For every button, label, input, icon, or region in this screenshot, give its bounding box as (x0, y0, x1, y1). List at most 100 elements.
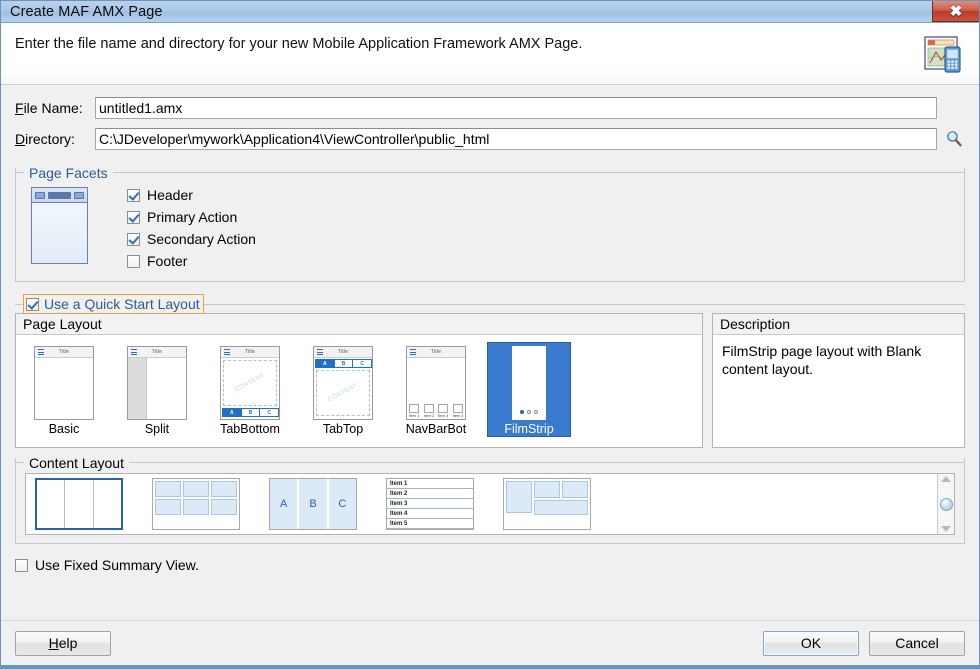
page-layout-item-tabbottom[interactable]: Title CONTENT A B C TabBottom (208, 342, 292, 437)
blank-col-3 (94, 480, 121, 528)
tab-c: C (259, 408, 279, 417)
help-mnemonic: H (48, 635, 59, 651)
close-icon[interactable]: ✖ (932, 1, 979, 22)
window-bottom-edge (1, 665, 979, 668)
filmstrip-dots (512, 410, 546, 414)
page-layout-pane-body: Title Basic Title Split Title CONTENT A … (16, 335, 702, 437)
thumb-title: Title (430, 349, 442, 355)
description-text: FilmStrip page layout with Blank content… (722, 343, 922, 378)
split-panes (128, 358, 186, 419)
content-layout-group-header: Content Layout (16, 454, 964, 471)
thumb-content-word: CONTENT (234, 372, 266, 394)
page-layout-caption-tabbottom: TabBottom (220, 422, 280, 436)
qs-line-left (15, 303, 23, 305)
filmstrip-thumbnail (499, 346, 559, 420)
facet-secondary-action-checkbox[interactable] (127, 232, 140, 246)
thumb-header: Title (314, 347, 372, 358)
directory-label: Directory: (15, 131, 95, 147)
content-layout-item-panel[interactable] (503, 478, 591, 530)
magnifier-browse-icon[interactable] (943, 128, 965, 150)
fixed-summary-label: Use Fixed Summary View. (35, 557, 199, 573)
preview-header-bar (32, 188, 87, 203)
maf-amx-page-icon (921, 32, 965, 76)
content-layout-group: Content Layout A B C Item 1 Item 2 Item … (15, 454, 965, 544)
thumb-title: Title (58, 349, 70, 355)
facet-checkbox-header[interactable]: Header (127, 184, 256, 206)
list-row-5: Item 5 (387, 519, 473, 529)
directory-mnemonic: D (15, 131, 26, 147)
facet-header-checkbox[interactable] (127, 188, 140, 202)
quick-start-label: Use a Quick Start Layout (44, 296, 200, 312)
navbar-item-1: Item 1 (408, 404, 421, 418)
split-left (128, 358, 147, 419)
page-layout-item-split[interactable]: Title Split (115, 342, 199, 437)
fixed-summary-checkbox-row[interactable]: Use Fixed Summary View. (15, 554, 965, 576)
fixed-summary-checkbox[interactable] (15, 558, 28, 572)
group-line-right (112, 172, 964, 173)
filmstrip-dot-2 (527, 410, 531, 414)
page-layout-caption-navbarbot: NavBarBot (405, 422, 467, 436)
file-name-label: File Name: (15, 100, 95, 116)
blank-col-2 (65, 480, 94, 528)
dialog-header: Enter the file name and directory for yo… (1, 23, 979, 85)
quick-start-checkbox[interactable] (26, 297, 39, 311)
facet-primary-action-checkbox[interactable] (127, 210, 140, 224)
page-layout-item-basic[interactable]: Title Basic (22, 342, 106, 437)
close-glyph: ✖ (949, 2, 963, 20)
facet-checkbox-footer[interactable]: Footer (127, 250, 256, 272)
tab-bar-bottom: A B C (222, 408, 279, 417)
cancel-button[interactable]: Cancel (869, 630, 965, 656)
page-facets-preview (31, 187, 88, 264)
content-layout-item-blank[interactable] (35, 478, 123, 530)
thumb-content-area: CONTENT (316, 370, 370, 416)
content-layout-title: Content Layout (24, 454, 129, 471)
tabtop-thumbnail: Title A B C CONTENT (313, 346, 373, 420)
thumb-title: Title (151, 349, 163, 355)
description-pane: Description FilmStrip page layout with B… (712, 313, 965, 448)
list-row-1: Item 1 (387, 479, 473, 489)
list-row-3: Item 3 (387, 499, 473, 509)
directory-input[interactable] (95, 128, 937, 150)
qs-line-right (203, 303, 965, 305)
page-layout-item-tabtop[interactable]: Title A B C CONTENT TabTop (301, 342, 385, 437)
navbar-icon (452, 404, 463, 413)
grid-cell-2 (183, 481, 209, 497)
content-layout-inner: A B C Item 1 Item 2 Item 3 Item 4 Item 5 (16, 467, 964, 543)
panel-cell-top-2 (562, 481, 588, 498)
page-layout-pane: Page Layout Title Basic Title Split Titl… (15, 313, 703, 448)
help-button[interactable]: Help (15, 630, 111, 656)
window-title: Create MAF AMX Page (10, 3, 163, 20)
facet-footer-label: Footer (147, 253, 188, 269)
facet-checkbox-secondary-action[interactable]: Secondary Action (127, 228, 256, 250)
content-layout-item-abc[interactable]: A B C (269, 478, 357, 530)
quick-start-checkbox-row[interactable]: Use a Quick Start Layout (23, 294, 204, 314)
file-name-label-rest: ile Name: (23, 100, 83, 116)
page-layout-item-filmstrip[interactable]: FilmStrip (487, 342, 571, 437)
facet-footer-checkbox[interactable] (127, 254, 140, 268)
content-layout-item-list[interactable]: Item 1 Item 2 Item 3 Item 4 Item 5 (386, 478, 474, 530)
scroll-up-arrow-icon[interactable] (941, 476, 951, 482)
scroll-down-arrow-icon[interactable] (941, 526, 951, 532)
ok-button[interactable]: OK (763, 630, 859, 656)
navbar-icon (409, 404, 420, 413)
file-name-input[interactable] (95, 97, 937, 119)
preview-primary-action (35, 191, 45, 199)
file-name-mnemonic: F (15, 100, 24, 116)
dialog-footer: Help OK Cancel (1, 620, 979, 665)
directory-row: Directory: (15, 127, 965, 151)
tab-a: A (222, 408, 242, 417)
grid-cell-1 (155, 481, 181, 497)
content-layout-scrollbar[interactable] (937, 474, 954, 534)
help-label-rest: elp (58, 635, 78, 651)
layout-panes: Page Layout Title Basic Title Split Titl… (15, 313, 965, 448)
facet-checkbox-primary-action[interactable]: Primary Action (127, 206, 256, 228)
basic-thumbnail: Title (34, 346, 94, 420)
page-layout-item-navbarbot[interactable]: Title Item 1 Item 2 Item 3 Item 4 NavBar… (394, 342, 478, 437)
content-layout-item-grid[interactable] (152, 478, 240, 530)
navbar-label-1: Item 1 (409, 413, 420, 419)
navbar-label-4: Item 4 (452, 413, 464, 419)
page-facets-group: Page Facets Header Primary Action Second… (15, 164, 965, 282)
scrollbar-thumb[interactable] (939, 497, 953, 511)
quick-start-layout-group: Use a Quick Start Layout Page Layout Tit… (15, 294, 965, 448)
panel-cell-fill (562, 481, 588, 498)
